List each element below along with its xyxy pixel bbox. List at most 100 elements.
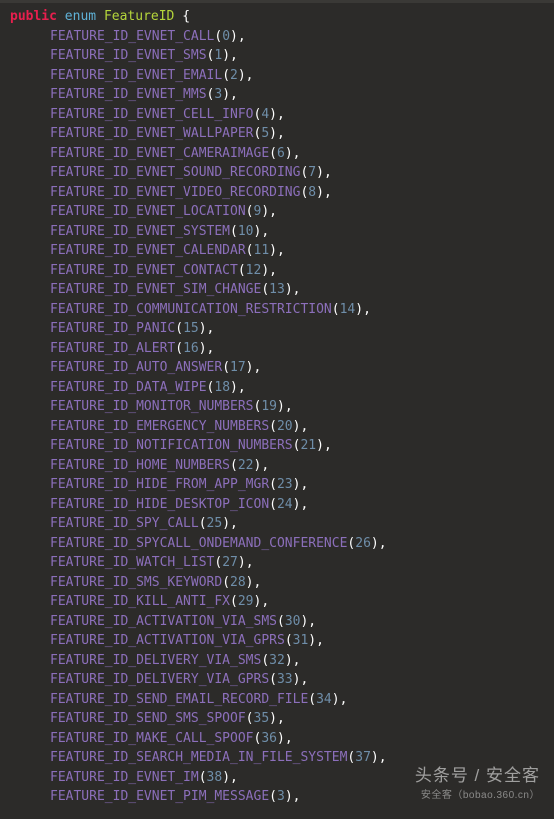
paren-open: ( (199, 516, 207, 531)
paren-open: ( (277, 614, 285, 629)
enum-value: 14 (340, 302, 356, 317)
enum-member: FEATURE_ID_SPY_CALL (50, 516, 199, 531)
paren-open: ( (261, 282, 269, 297)
paren-close: ) (332, 692, 340, 707)
comma: , (230, 770, 238, 785)
enum-member: FEATURE_ID_NOTIFICATION_NUMBERS (50, 438, 293, 453)
comma: , (230, 48, 238, 63)
comma: , (293, 789, 301, 804)
enum-value: 23 (277, 477, 293, 492)
paren-close: ) (285, 146, 293, 161)
enum-value: 38 (207, 770, 223, 785)
enum-member: FEATURE_ID_EVNET_CELL_INFO (50, 107, 254, 122)
enum-member: FEATURE_ID_EVNET_SIM_CHANGE (50, 282, 261, 297)
enum-value: 22 (238, 458, 254, 473)
comma: , (293, 653, 301, 668)
paren-close: ) (269, 243, 277, 258)
paren-close: ) (371, 750, 379, 765)
paren-open: ( (222, 68, 230, 83)
paren-close: ) (222, 770, 230, 785)
enum-value: 16 (183, 341, 199, 356)
enum-value: 27 (222, 555, 238, 570)
enum-value: 13 (269, 282, 285, 297)
enum-value: 12 (246, 263, 262, 278)
paren-close: ) (371, 536, 379, 551)
code-line-decl: public enum FeatureID { (10, 9, 190, 24)
comma: , (238, 29, 246, 44)
paren-open: ( (199, 770, 207, 785)
paren-open: ( (269, 497, 277, 512)
paren-open: ( (222, 360, 230, 375)
comma: , (340, 692, 348, 707)
enum-value: 31 (293, 633, 309, 648)
comma: , (277, 107, 285, 122)
paren-open: ( (332, 302, 340, 317)
enum-member: FEATURE_ID_EVNET_SMS (50, 48, 207, 63)
enum-member: FEATURE_ID_ALERT (50, 341, 175, 356)
paren-open: ( (222, 575, 230, 590)
comma: , (324, 185, 332, 200)
comma: , (277, 126, 285, 141)
enum-member: FEATURE_ID_EVNET_CAMERAIMAGE (50, 146, 269, 161)
paren-open: ( (246, 243, 254, 258)
paren-close: ) (199, 321, 207, 336)
enum-member: FEATURE_ID_SPYCALL_ONDEMAND_CONFERENCE (50, 536, 347, 551)
enum-member: FEATURE_ID_EVNET_SOUND_RECORDING (50, 165, 300, 180)
brace-open: { (182, 9, 190, 24)
comma: , (277, 711, 285, 726)
enum-member: FEATURE_ID_EMERGENCY_NUMBERS (50, 419, 269, 434)
paren-close: ) (308, 633, 316, 648)
enum-value: 4 (261, 107, 269, 122)
enum-member: FEATURE_ID_AUTO_ANSWER (50, 360, 222, 375)
paren-open: ( (230, 458, 238, 473)
enum-value: 2 (230, 68, 238, 83)
enum-value: 36 (261, 731, 277, 746)
enum-value: 15 (183, 321, 199, 336)
enum-value: 6 (277, 146, 285, 161)
enum-value: 34 (316, 692, 332, 707)
comma: , (277, 243, 285, 258)
paren-open: ( (261, 653, 269, 668)
enum-value: 30 (285, 614, 301, 629)
enum-member: FEATURE_ID_EVNET_CALENDAR (50, 243, 246, 258)
paren-close: ) (222, 87, 230, 102)
paren-close: ) (316, 438, 324, 453)
paren-close: ) (269, 711, 277, 726)
enum-value: 7 (308, 165, 316, 180)
enum-member: FEATURE_ID_HOME_NUMBERS (50, 458, 230, 473)
paren-close: ) (316, 185, 324, 200)
comma: , (316, 633, 324, 648)
enum-member: FEATURE_ID_EVNET_IM (50, 770, 199, 785)
paren-close: ) (230, 29, 238, 44)
paren-open: ( (246, 711, 254, 726)
enum-member: FEATURE_ID_SEND_SMS_SPOOF (50, 711, 246, 726)
comma: , (324, 165, 332, 180)
enum-value: 5 (261, 126, 269, 141)
paren-close: ) (230, 380, 238, 395)
enum-value: 3 (277, 789, 285, 804)
enum-member: FEATURE_ID_EVNET_WALLPAPER (50, 126, 254, 141)
comma: , (246, 68, 254, 83)
enum-value: 29 (238, 594, 254, 609)
comma: , (254, 575, 262, 590)
comma: , (308, 614, 316, 629)
paren-open: ( (175, 341, 183, 356)
comma: , (293, 282, 301, 297)
keyword-enum: enum (65, 9, 96, 24)
enum-member: FEATURE_ID_HIDE_DESKTOP_ICON (50, 497, 269, 512)
comma: , (261, 458, 269, 473)
comma: , (300, 497, 308, 512)
enum-value: 10 (238, 224, 254, 239)
enum-member: FEATURE_ID_DELIVERY_VIA_GPRS (50, 672, 269, 687)
enum-value: 32 (269, 653, 285, 668)
paren-open: ( (269, 419, 277, 434)
enum-member: FEATURE_ID_EVNET_SYSTEM (50, 224, 230, 239)
comma: , (238, 380, 246, 395)
enum-member: FEATURE_ID_ACTIVATION_VIA_GPRS (50, 633, 285, 648)
enum-value: 8 (308, 185, 316, 200)
enum-member: FEATURE_ID_SMS_KEYWORD (50, 575, 222, 590)
enum-member: FEATURE_ID_KILL_ANTI_FX (50, 594, 230, 609)
enum-member: FEATURE_ID_MAKE_CALL_SPOOF (50, 731, 254, 746)
comma: , (261, 594, 269, 609)
paren-close: ) (316, 165, 324, 180)
